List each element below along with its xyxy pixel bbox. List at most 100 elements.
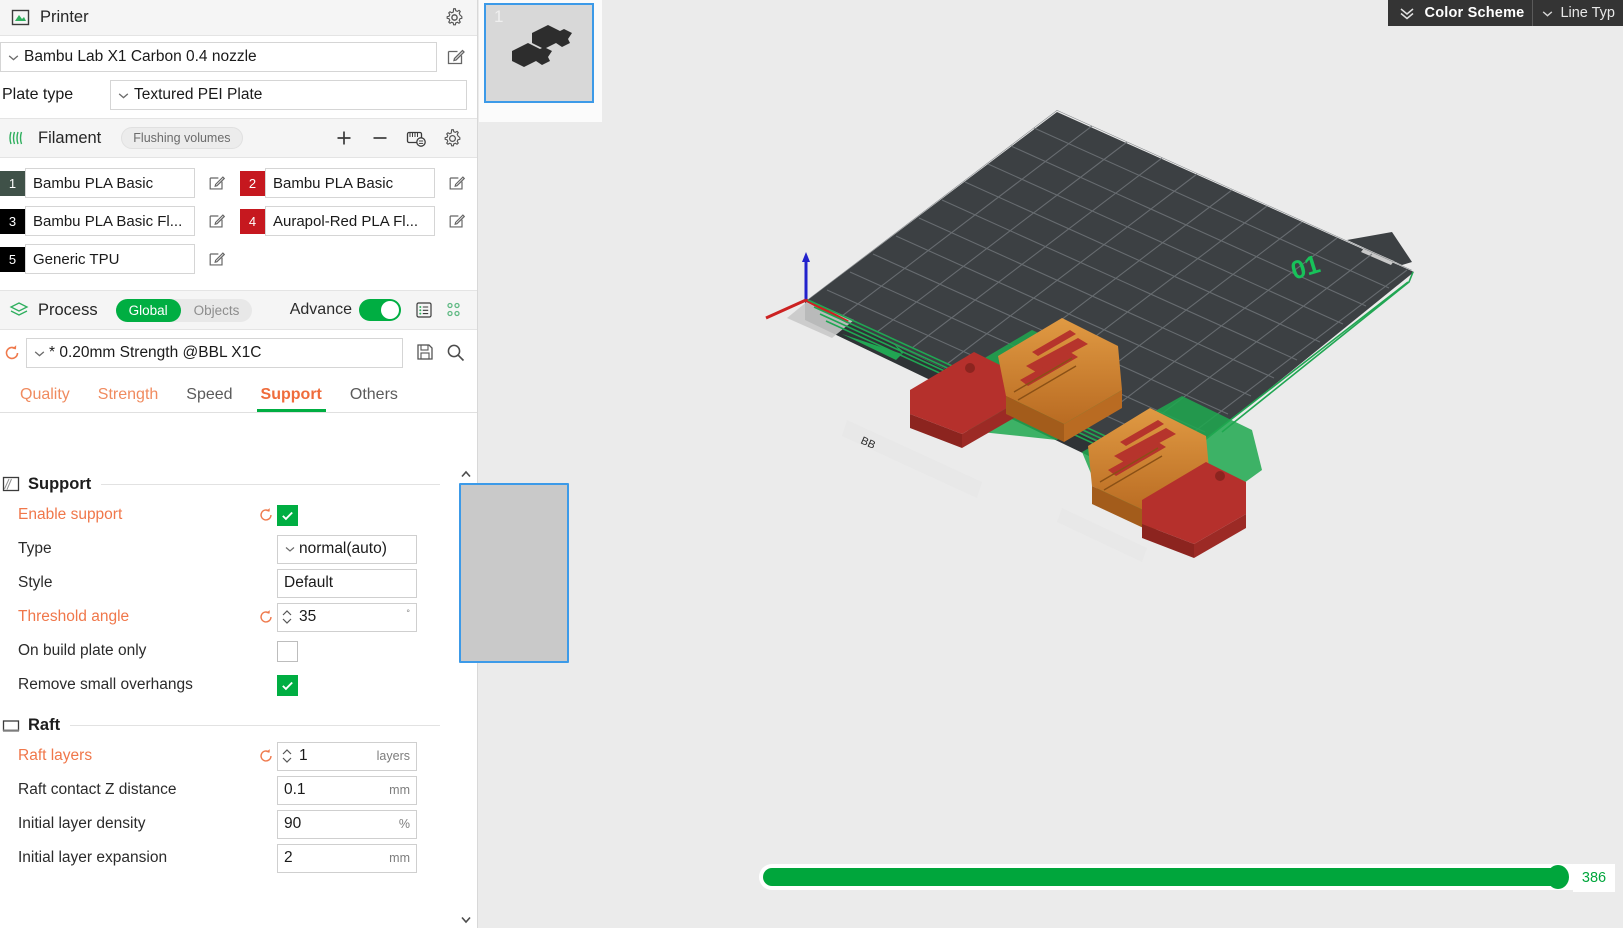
- filament-color-swatch-4[interactable]: 4: [240, 208, 265, 234]
- reset-raft-layers-icon[interactable]: [255, 747, 277, 765]
- checkbox-enable-support[interactable]: [277, 504, 298, 526]
- group-title-support: Support: [28, 475, 92, 493]
- scope-global-button[interactable]: Global: [115, 298, 181, 322]
- filament-preset-2[interactable]: Bambu PLA Basic: [265, 168, 435, 198]
- value-support-style: Default: [284, 574, 334, 591]
- plate-type-label: Plate type: [2, 86, 74, 103]
- edit-filament-4-icon[interactable]: [447, 211, 467, 231]
- double-chevron-down-icon[interactable]: [1398, 5, 1416, 21]
- add-filament-button[interactable]: [331, 125, 357, 151]
- process-scope-toggle: Global Objects: [115, 298, 253, 322]
- input-support-style[interactable]: Default: [277, 568, 417, 598]
- filament-preset-4[interactable]: Aurapol-Red PLA Fl...: [265, 206, 435, 236]
- unit-raft-layers: layers: [376, 749, 410, 763]
- edit-filament-5-icon[interactable]: [207, 249, 227, 269]
- filament-row: 3 Bambu PLA Basic Fl... 4 Aurapol-Red PL…: [0, 206, 477, 236]
- compare-icon[interactable]: [441, 297, 467, 323]
- filament-spool-icon: [8, 128, 30, 148]
- edit-filament-2-icon[interactable]: [447, 173, 467, 193]
- raft-group-icon: [2, 717, 20, 735]
- printer-model-value: Bambu Lab X1 Carbon 0.4 nozzle: [24, 48, 257, 65]
- flushing-volumes-button[interactable]: Flushing volumes: [121, 127, 243, 149]
- scroll-up-button[interactable]: [455, 465, 477, 483]
- scope-objects-button[interactable]: Objects: [181, 299, 253, 322]
- input-raft-contact-z[interactable]: 0.1 mm: [277, 775, 417, 805]
- chevron-down-icon: [33, 347, 46, 360]
- tab-support[interactable]: Support: [247, 386, 336, 412]
- edit-filament-3-icon[interactable]: [207, 211, 227, 231]
- filament-preset-3[interactable]: Bambu PLA Basic Fl...: [25, 206, 195, 236]
- process-preset-row: * 0.20mm Strength @BBL X1C: [0, 330, 477, 374]
- input-initial-layer-density[interactable]: 90 %: [277, 809, 417, 839]
- bambu-studio-window: Printer Bambu Lab X1 Carbon 0.4 nozzle P…: [0, 0, 1623, 928]
- tab-others[interactable]: Others: [336, 386, 412, 412]
- setting-row-initial-layer-expansion: Initial layer expansion 2 mm: [0, 841, 452, 875]
- filament-preset-5[interactable]: Generic TPU: [25, 244, 195, 274]
- printer-icon: [8, 6, 32, 30]
- input-initial-layer-expansion[interactable]: 2 mm: [277, 843, 417, 873]
- scroll-down-button[interactable]: [455, 910, 477, 928]
- layer-slider-value: 386: [1573, 864, 1615, 892]
- reset-enable-support-icon[interactable]: [255, 506, 277, 524]
- tab-strength[interactable]: Strength: [84, 386, 172, 412]
- filament-preset-1[interactable]: Bambu PLA Basic: [25, 168, 195, 198]
- printer-model-row: Bambu Lab X1 Carbon 0.4 nozzle: [0, 36, 477, 76]
- label-type: Type: [18, 540, 52, 557]
- plate-thumbnail-1[interactable]: 1: [484, 3, 594, 103]
- reset-threshold-angle-icon[interactable]: [255, 608, 277, 626]
- view-mode-dropdown[interactable]: Line Typ: [1532, 0, 1623, 26]
- process-section-header: Process Global Objects Advance: [0, 290, 477, 330]
- value-support-type: normal(auto): [299, 540, 387, 557]
- color-scheme-toolbar: Color Scheme Line Typ: [1387, 0, 1623, 26]
- spinner-threshold-angle[interactable]: 35 °: [277, 602, 417, 632]
- tab-quality[interactable]: Quality: [6, 386, 84, 412]
- checkbox-remove-small-overhangs[interactable]: [277, 674, 298, 696]
- chevron-down-icon: [7, 51, 20, 64]
- printer-settings-gear-icon[interactable]: [444, 7, 465, 28]
- layer-slider[interactable]: 386: [759, 864, 1615, 892]
- filament-color-swatch-3[interactable]: 3: [0, 208, 25, 234]
- save-icon[interactable]: [415, 342, 437, 364]
- process-tabs: Quality Strength Speed Support Others: [0, 374, 477, 412]
- printer-model-dropdown[interactable]: Bambu Lab X1 Carbon 0.4 nozzle: [0, 42, 437, 72]
- tab-speed[interactable]: Speed: [172, 386, 246, 412]
- advance-toggle[interactable]: [359, 299, 401, 321]
- filament-color-swatch-2[interactable]: 2: [240, 170, 265, 196]
- plate-type-dropdown[interactable]: Textured PEI Plate: [110, 80, 467, 110]
- filament-color-swatch-5[interactable]: 5: [0, 246, 25, 272]
- setting-row-threshold-angle: Threshold angle 35 °: [0, 600, 452, 634]
- setting-row-enable-support: Enable support: [0, 498, 452, 532]
- reset-arrow-icon[interactable]: [2, 343, 22, 363]
- filament-section-title: Filament: [38, 128, 102, 147]
- filament-color-swatch-1[interactable]: 1: [0, 170, 25, 196]
- remove-filament-button[interactable]: [367, 125, 393, 151]
- printer-section-header: Printer: [0, 0, 477, 36]
- process-section-title: Process: [38, 300, 98, 319]
- scrollbar-thumb[interactable]: [459, 483, 569, 663]
- layer-slider-handle[interactable]: 386: [1547, 864, 1615, 892]
- edit-printer-icon[interactable]: [445, 46, 467, 68]
- spinner-arrows[interactable]: [281, 609, 293, 625]
- filament-list: 1 Bambu PLA Basic 2 Bambu PLA Basic 3 Ba…: [0, 158, 477, 290]
- filament-settings-gear-icon[interactable]: [439, 125, 465, 151]
- unit-threshold-angle: °: [406, 607, 410, 618]
- support-group-icon: [2, 476, 20, 494]
- spinner-arrows[interactable]: [281, 748, 293, 764]
- chevron-down-icon: [117, 89, 130, 102]
- search-icon[interactable]: [445, 342, 467, 364]
- list-view-icon[interactable]: [411, 297, 437, 323]
- view-mode-value: Line Typ: [1560, 5, 1615, 21]
- edit-filament-1-icon[interactable]: [207, 173, 227, 193]
- setting-row-raft-layers: Raft layers 1 layers: [0, 739, 452, 773]
- spinner-raft-layers[interactable]: 1 layers: [277, 741, 417, 771]
- plate-thumbnail-strip: 1: [479, 0, 602, 122]
- 3d-viewport[interactable]: Bambu Textured PEI Plate: [602, 0, 1623, 928]
- layers-icon: [8, 300, 30, 320]
- process-preset-dropdown[interactable]: * 0.20mm Strength @BBL X1C: [26, 338, 403, 368]
- setting-row-on-build-plate-only: On build plate only: [0, 634, 452, 668]
- value-threshold-angle: 35: [299, 608, 317, 625]
- ams-sync-icon[interactable]: [403, 125, 429, 151]
- settings-scrollbar[interactable]: [455, 465, 569, 928]
- dropdown-support-type[interactable]: normal(auto): [277, 534, 417, 564]
- checkbox-on-build-plate-only[interactable]: [277, 640, 298, 662]
